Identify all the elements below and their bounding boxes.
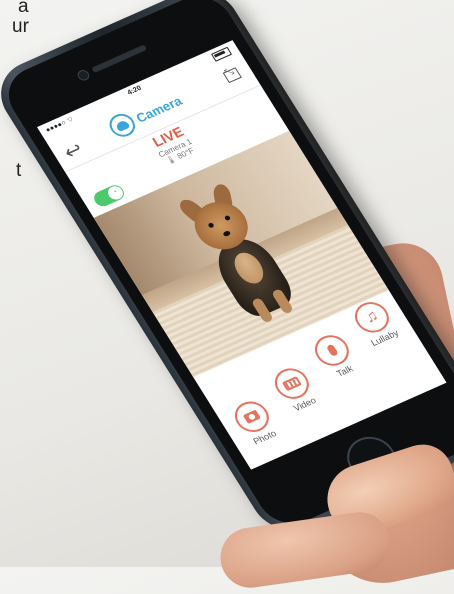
back-arrow-icon[interactable]: ↩: [59, 137, 88, 165]
background-text-fragment-3: t: [16, 160, 22, 181]
toggle-knob: ◔: [105, 184, 126, 202]
status-time: 4:20: [126, 84, 143, 97]
background-text-fragment-2: ur: [12, 16, 29, 37]
app-title: Camera: [132, 92, 185, 126]
expand-icon[interactable]: [222, 67, 242, 84]
